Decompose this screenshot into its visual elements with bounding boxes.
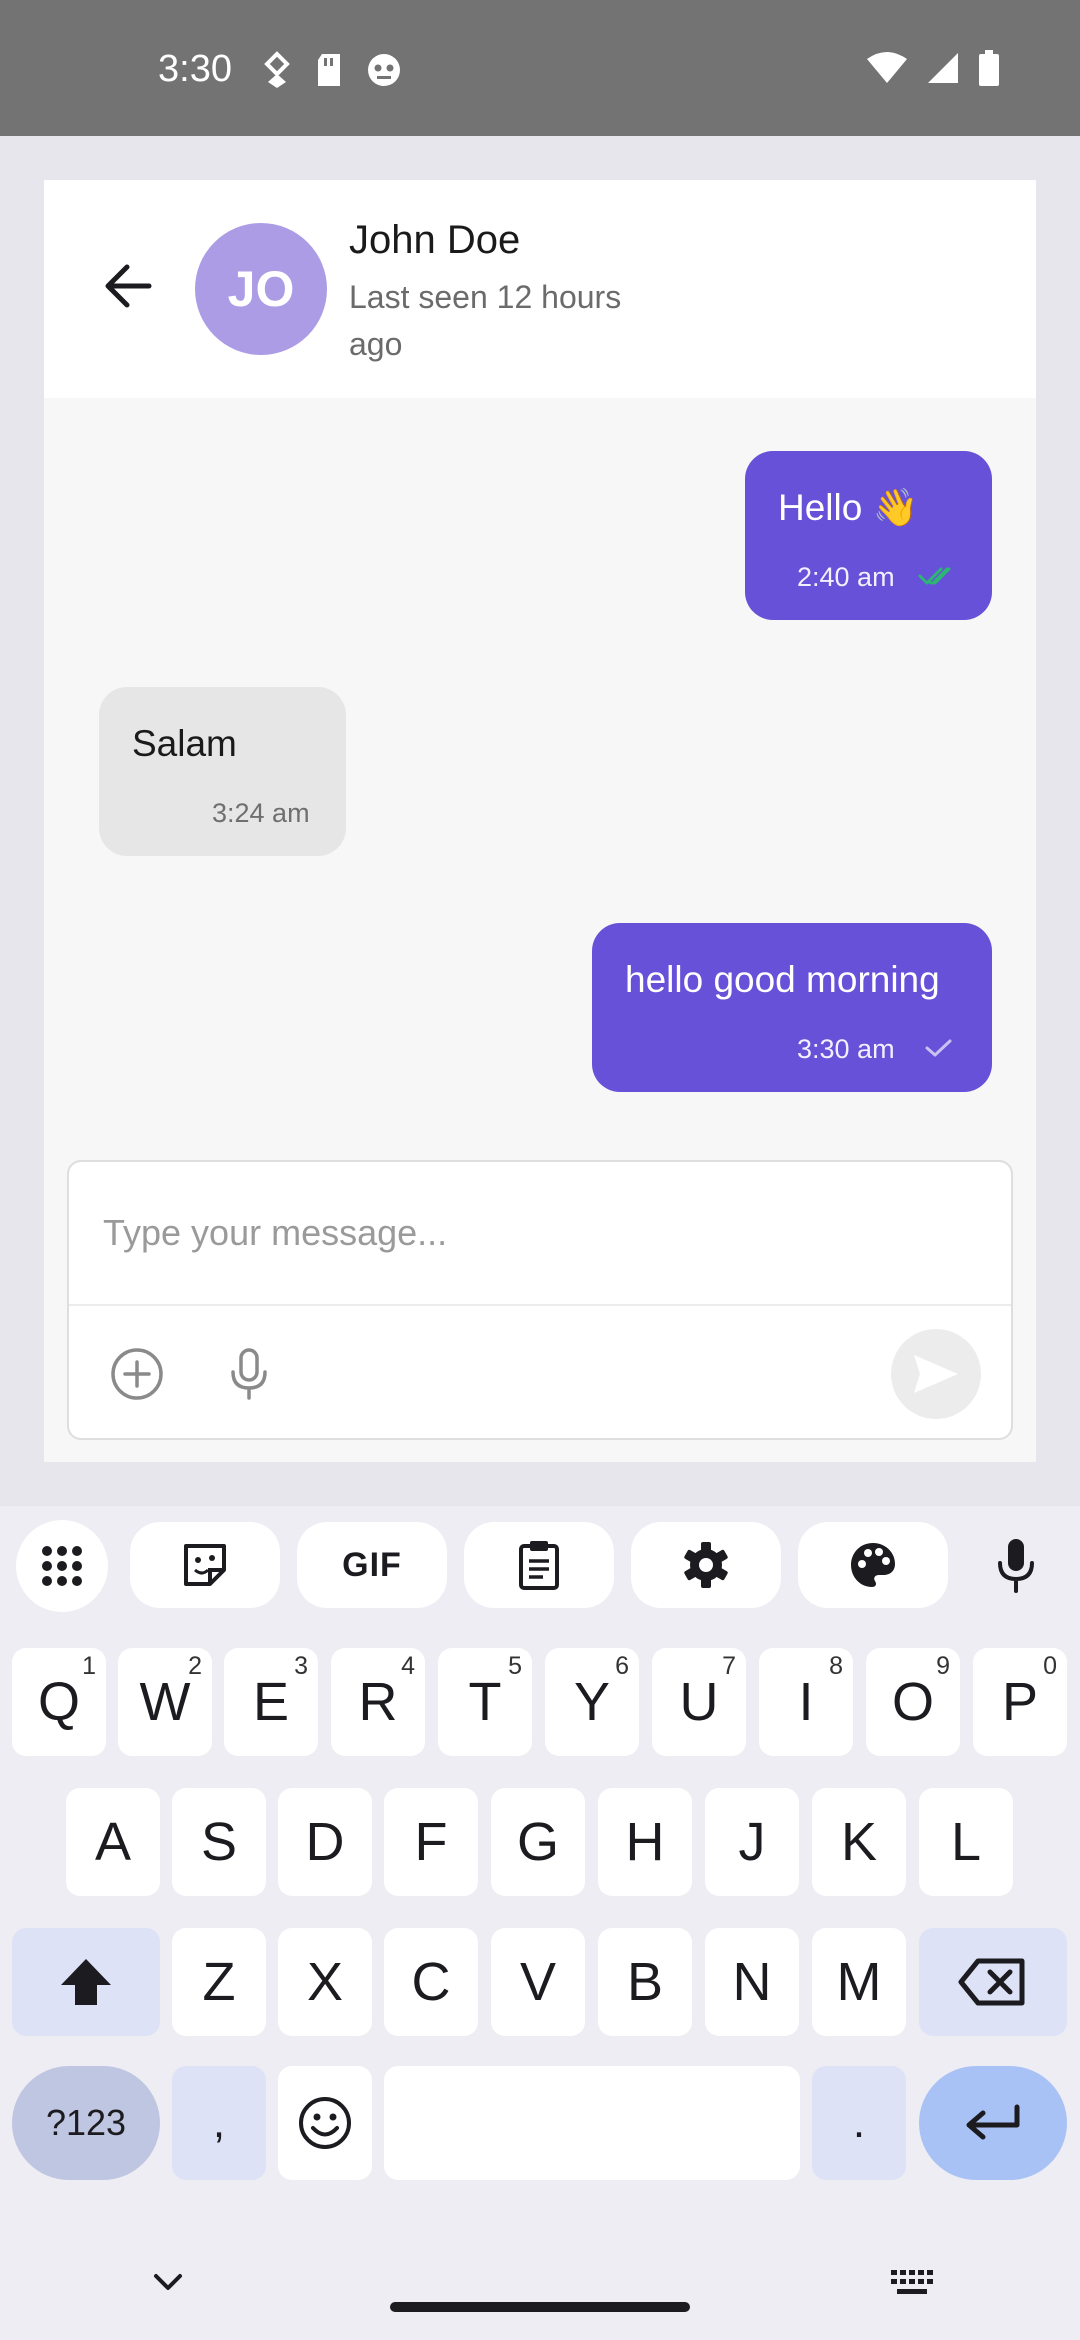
chevron-down-icon	[154, 2274, 182, 2290]
backspace-key[interactable]	[919, 1928, 1067, 2036]
key-r[interactable]: R4	[331, 1648, 425, 1756]
hide-keyboard-button[interactable]	[140, 2260, 196, 2304]
settings-icon	[684, 1542, 728, 1588]
theme-button[interactable]	[798, 1522, 948, 1608]
key-n[interactable]: N	[705, 1928, 799, 2036]
add-attachment-button[interactable]	[107, 1344, 167, 1404]
enter-key[interactable]	[919, 2066, 1067, 2180]
apps-grid-button[interactable]	[16, 1520, 108, 1612]
gif-icon: GIF	[342, 1545, 402, 1584]
chat-header: JO John Doe Last seen 12 hours ago	[44, 180, 1036, 398]
sticker-icon	[184, 1544, 226, 1586]
voice-record-button[interactable]	[219, 1344, 279, 1404]
send-icon	[914, 1355, 958, 1393]
key-y[interactable]: Y6	[545, 1648, 639, 1756]
key-b[interactable]: B	[598, 1928, 692, 2036]
key-d[interactable]: D	[278, 1788, 372, 1896]
key-u[interactable]: U7	[652, 1648, 746, 1756]
avatar[interactable]: JO	[195, 223, 327, 355]
palette-icon	[851, 1543, 895, 1587]
contact-name[interactable]: John Doe	[349, 218, 520, 263]
key-k[interactable]: K	[812, 1788, 906, 1896]
space-key[interactable]	[384, 2066, 800, 2180]
message-time: 2:40 am	[797, 562, 895, 592]
navigation-bar	[0, 2230, 1080, 2340]
status-bar: 3:30	[0, 0, 1080, 136]
message-input[interactable]	[69, 1162, 1011, 1306]
backspace-icon	[958, 1958, 1025, 2006]
key-i[interactable]: I8	[759, 1648, 853, 1756]
key-c[interactable]: C	[384, 1928, 478, 2036]
key-l[interactable]: L	[919, 1788, 1013, 1896]
emoji-key[interactable]	[278, 2066, 372, 2180]
battery-icon	[978, 50, 1000, 91]
status-time: 3:30	[158, 48, 232, 90]
last-seen-status: Last seen 12 hours ago	[349, 279, 622, 362]
key-x[interactable]: X	[278, 1928, 372, 2036]
mic-icon	[231, 1348, 267, 1400]
message-time: 3:24 am	[212, 798, 310, 828]
message-incoming[interactable]: Salam 3:24 am	[99, 687, 346, 856]
key-h[interactable]: H	[598, 1788, 692, 1896]
key-s[interactable]: S	[172, 1788, 266, 1896]
shift-arrow-icon	[61, 1959, 111, 2005]
double-check-icon	[918, 567, 951, 585]
key-o[interactable]: O9	[866, 1648, 960, 1756]
message-outgoing[interactable]: Hello 👋 2:40 am	[745, 451, 992, 620]
gif-button[interactable]: GIF	[297, 1522, 447, 1608]
check-icon	[925, 1039, 952, 1057]
sd-card-icon	[314, 52, 344, 93]
signal-icon	[926, 51, 960, 90]
plus-circle-icon	[111, 1348, 163, 1400]
key-e[interactable]: E3	[224, 1648, 318, 1756]
emoji-icon	[299, 2097, 351, 2149]
key-q[interactable]: Q1	[12, 1648, 106, 1756]
switch-keyboard-button[interactable]	[884, 2260, 940, 2304]
key-v[interactable]: V	[491, 1928, 585, 2036]
mic-icon	[998, 1539, 1034, 1593]
wifi-icon	[866, 51, 908, 90]
key-z[interactable]: Z	[172, 1928, 266, 2036]
data-saver-icon	[262, 50, 292, 95]
voice-input-button[interactable]	[966, 1522, 1066, 1608]
message-time: 3:30 am	[797, 1034, 895, 1064]
key-j[interactable]: J	[705, 1788, 799, 1896]
period-key[interactable]: .	[812, 2066, 906, 2180]
key-p[interactable]: P0	[973, 1648, 1067, 1756]
message-composer	[67, 1160, 1013, 1440]
symbols-key[interactable]: ?123	[12, 2066, 160, 2180]
key-w[interactable]: W2	[118, 1648, 212, 1756]
message-text: Salam	[132, 723, 237, 764]
comma-key[interactable]: ,	[172, 2066, 266, 2180]
message-outgoing[interactable]: hello good morning 3:30 am	[592, 923, 992, 1092]
key-a[interactable]: A	[66, 1788, 160, 1896]
settings-button[interactable]	[631, 1522, 781, 1608]
apps-grid-icon	[42, 1546, 82, 1586]
avatar-initials: JO	[227, 261, 295, 317]
key-g[interactable]: G	[491, 1788, 585, 1896]
sticker-button[interactable]	[130, 1522, 280, 1608]
chat-panel: JO John Doe Last seen 12 hours ago Hello…	[44, 180, 1036, 1462]
send-button[interactable]	[891, 1329, 981, 1419]
clipboard-button[interactable]	[464, 1522, 614, 1608]
message-text: Hello 👋	[778, 487, 919, 528]
soft-keyboard: GIF Q1 W 2 E 3 R 4 T 5 Y 6 U 7 I 8 O 9 P…	[0, 1506, 1080, 2340]
key-t[interactable]: T5	[438, 1648, 532, 1756]
key-m[interactable]: M	[812, 1928, 906, 2036]
arrow-left-icon	[105, 264, 152, 308]
keyboard-icon	[891, 2270, 933, 2294]
robot-face-icon	[366, 52, 402, 93]
home-indicator[interactable]	[390, 2302, 690, 2312]
back-button[interactable]	[96, 254, 160, 318]
shift-key[interactable]	[12, 1928, 160, 2036]
clipboard-icon	[519, 1541, 559, 1590]
message-text: hello good morning	[625, 959, 940, 1000]
enter-arrow-icon	[966, 2104, 1020, 2140]
key-f[interactable]: F	[384, 1788, 478, 1896]
